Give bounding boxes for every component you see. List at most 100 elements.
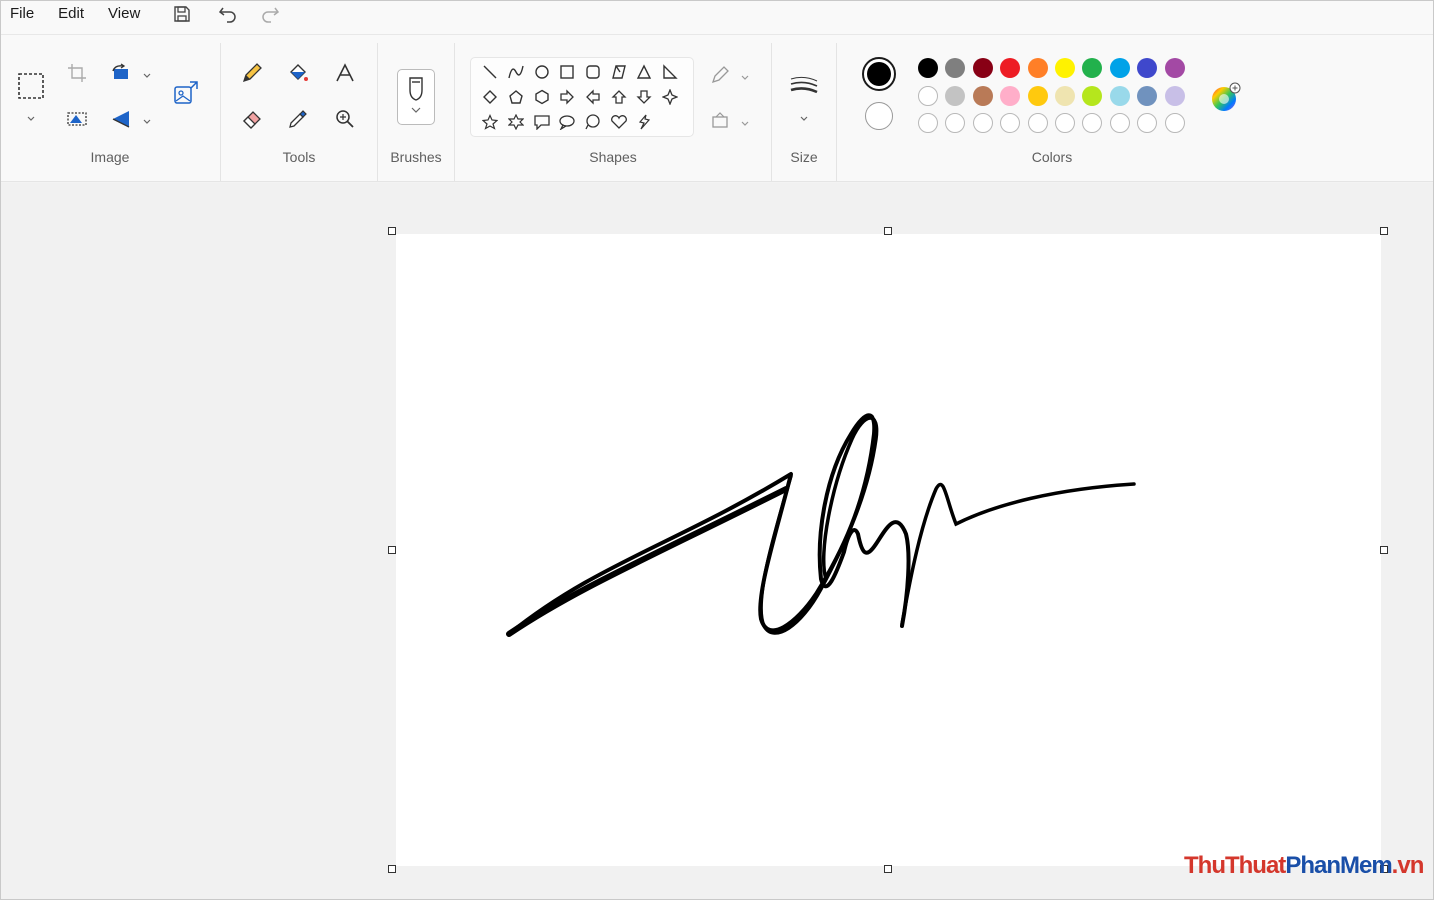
color-swatch[interactable] xyxy=(972,85,993,106)
color-swatch[interactable] xyxy=(945,85,966,106)
color-swatch[interactable] xyxy=(1055,85,1075,106)
line-shape-icon[interactable] xyxy=(479,61,501,83)
four-point-star-shape-icon[interactable] xyxy=(659,86,681,108)
crop-icon[interactable] xyxy=(63,59,91,87)
lightning-shape-icon[interactable] xyxy=(633,111,655,133)
hexagon-shape-icon[interactable] xyxy=(531,86,553,108)
resize-chevron-down-icon[interactable] xyxy=(142,68,152,78)
resize-handle-middle-right[interactable] xyxy=(1380,546,1388,554)
custom-color-slot[interactable] xyxy=(1137,113,1158,133)
size-chevron-down-icon[interactable] xyxy=(799,111,809,121)
diamond-shape-icon[interactable] xyxy=(479,86,501,108)
left-arrow-shape-icon[interactable] xyxy=(582,86,604,108)
rotate-icon[interactable] xyxy=(108,105,136,133)
custom-color-slot[interactable] xyxy=(1000,113,1021,133)
pencil-icon[interactable] xyxy=(238,59,266,87)
resize-handle-top-center[interactable] xyxy=(884,227,892,235)
five-point-star-shape-icon[interactable] xyxy=(479,111,501,133)
color-swatch[interactable] xyxy=(1000,58,1021,78)
menu-file[interactable]: File xyxy=(0,0,46,34)
color-swatch[interactable] xyxy=(918,58,938,78)
color-swatch[interactable] xyxy=(1082,58,1103,78)
right-arrow-shape-icon[interactable] xyxy=(556,86,578,108)
fill-bucket-icon[interactable] xyxy=(284,59,312,87)
polygon-shape-icon[interactable] xyxy=(608,61,630,83)
drawing-canvas[interactable] xyxy=(396,234,1381,866)
background-remove-icon[interactable] xyxy=(63,105,91,133)
six-point-star-shape-icon[interactable] xyxy=(505,111,527,133)
magnifier-icon[interactable] xyxy=(331,105,359,133)
color-swatch[interactable] xyxy=(1055,58,1075,78)
colors-group-label: Colors xyxy=(1031,149,1073,165)
select-icon[interactable] xyxy=(16,71,46,101)
secondary-color-swatch[interactable] xyxy=(865,102,893,130)
resize-handle-middle-left[interactable] xyxy=(388,546,396,554)
text-icon[interactable] xyxy=(331,59,359,87)
color-swatch[interactable] xyxy=(1082,85,1103,106)
resize-handle-bottom-center[interactable] xyxy=(884,865,892,873)
resize-handle-top-left[interactable] xyxy=(388,227,396,235)
brush-icon[interactable] xyxy=(397,69,435,125)
resize-icon[interactable] xyxy=(108,59,136,87)
right-triangle-shape-icon[interactable] xyxy=(659,61,681,83)
oval-callout-shape-icon[interactable] xyxy=(556,111,578,133)
custom-color-slot[interactable] xyxy=(1055,113,1075,133)
custom-color-slot[interactable] xyxy=(945,113,966,133)
color-swatch[interactable] xyxy=(972,58,993,78)
color-swatch[interactable] xyxy=(1000,85,1021,106)
outline-chevron-down-icon[interactable] xyxy=(740,70,750,80)
redo-icon[interactable] xyxy=(258,2,282,26)
color-swatch[interactable] xyxy=(1027,85,1048,106)
size-group: Size xyxy=(772,35,836,181)
rectangle-shape-icon[interactable] xyxy=(556,61,578,83)
heart-shape-icon[interactable] xyxy=(608,111,630,133)
resize-handle-top-right[interactable] xyxy=(1380,227,1388,235)
color-picker-icon[interactable] xyxy=(284,105,312,133)
custom-color-slot[interactable] xyxy=(1082,113,1103,133)
size-group-label: Size xyxy=(790,149,818,165)
rotate-chevron-down-icon[interactable] xyxy=(142,114,152,124)
image-ai-icon[interactable] xyxy=(172,79,200,107)
custom-color-slot[interactable] xyxy=(1109,113,1130,133)
fill-icon[interactable] xyxy=(707,107,735,135)
save-icon[interactable] xyxy=(170,2,194,26)
cloud-callout-shape-icon[interactable] xyxy=(582,111,604,133)
rounded-rectangle-shape-icon[interactable] xyxy=(582,61,604,83)
rect-callout-shape-icon[interactable] xyxy=(531,111,553,133)
image-group: Image xyxy=(0,35,220,181)
oval-shape-icon[interactable] xyxy=(531,61,553,83)
color-swatch[interactable] xyxy=(1164,85,1185,106)
custom-color-slot[interactable] xyxy=(1027,113,1048,133)
fill-chevron-down-icon[interactable] xyxy=(740,116,750,126)
tools-group-label: Tools xyxy=(282,149,316,165)
custom-color-slot[interactable] xyxy=(1164,113,1185,133)
watermark-part1: ThuThuat xyxy=(1184,852,1286,879)
triangle-shape-icon[interactable] xyxy=(633,61,655,83)
color-swatch[interactable] xyxy=(945,58,966,78)
custom-color-slot[interactable] xyxy=(918,113,938,133)
color-swatch[interactable] xyxy=(1027,58,1048,78)
undo-icon[interactable] xyxy=(216,2,240,26)
select-chevron-down-icon[interactable] xyxy=(26,111,36,121)
menu-view[interactable]: View xyxy=(96,0,152,34)
down-arrow-shape-icon[interactable] xyxy=(633,86,655,108)
menu-edit[interactable]: Edit xyxy=(46,0,96,34)
watermark: ThuThuatPhanMem.vn xyxy=(1184,852,1424,880)
eraser-icon[interactable] xyxy=(238,105,266,133)
color-swatch[interactable] xyxy=(1137,85,1158,106)
color-swatch[interactable] xyxy=(918,85,938,106)
resize-handle-bottom-left[interactable] xyxy=(388,865,396,873)
outline-icon[interactable] xyxy=(707,61,735,89)
up-arrow-shape-icon[interactable] xyxy=(608,86,630,108)
color-swatch[interactable] xyxy=(1137,58,1158,78)
line-size-icon[interactable] xyxy=(788,71,820,99)
curve-shape-icon[interactable] xyxy=(505,61,527,83)
color-swatch[interactable] xyxy=(1109,85,1130,106)
brushes-group: Brushes xyxy=(378,35,454,181)
color-swatch[interactable] xyxy=(1109,58,1130,78)
pentagon-shape-icon[interactable] xyxy=(505,86,527,108)
edit-colors-icon[interactable] xyxy=(1209,81,1243,115)
custom-color-slot[interactable] xyxy=(972,113,993,133)
color-swatch[interactable] xyxy=(1164,58,1185,78)
primary-color-swatch[interactable] xyxy=(862,57,896,91)
